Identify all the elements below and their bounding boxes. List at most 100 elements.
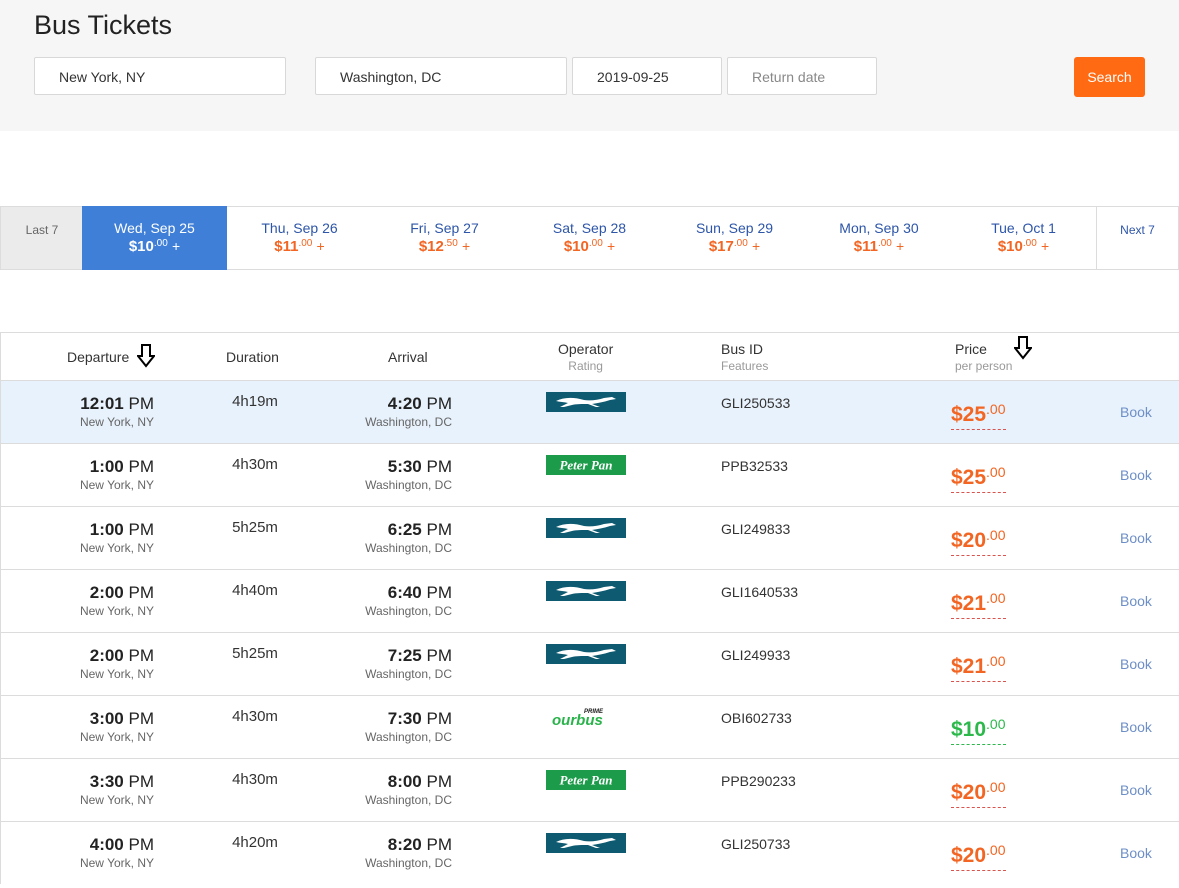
date-option[interactable]: Sun, Sep 29 $17.00 + <box>662 206 808 270</box>
departure-header[interactable]: Departure <box>67 349 129 365</box>
arrival-cell: 7:25 PM Washington, DC <box>331 646 452 681</box>
greyhound-logo <box>546 518 626 538</box>
arrival-city: Washington, DC <box>365 667 452 681</box>
operator-header-label: Operator <box>558 341 614 357</box>
return-date-field[interactable]: Return date <box>727 57 877 95</box>
ourbus-logo-text: ourbus <box>552 712 603 727</box>
ourbus-logo: PRIMEourbus <box>552 709 604 727</box>
book-link[interactable]: Book <box>1120 656 1155 672</box>
date-option[interactable]: Fri, Sep 27 $12.50 + <box>372 206 518 270</box>
departure-cell: 3:00 PM New York, NY <box>41 709 154 744</box>
operator-cell[interactable]: PRIME ourbus <box>546 707 626 730</box>
price-cell[interactable]: $25.00 <box>951 461 1006 493</box>
bus-id: PPB32533 <box>721 458 788 474</box>
next-7-days-button[interactable]: Next 7 <box>1097 206 1179 270</box>
table-row[interactable]: 3:00 PM New York, NY 4h30m 7:30 PM Washingto… <box>0 695 1179 758</box>
departure-cell: 12:01 PM New York, NY <box>41 394 154 429</box>
price-cell[interactable]: $25.00 <box>951 398 1006 430</box>
price-cell[interactable]: $20.00 <box>951 839 1006 871</box>
price-cents: .00 <box>986 527 1006 543</box>
last-7-days-button[interactable]: Last 7 <box>0 206 84 270</box>
arrival-city: Washington, DC <box>365 604 452 618</box>
table-row[interactable]: 2:00 PM New York, NY 5h25m 7:25 PM Washingto… <box>0 632 1179 695</box>
bus-id-cell: OBI602733 <box>721 710 792 726</box>
table-row[interactable]: 4:00 PM New York, NY 4h20m 8:20 PM Washingto… <box>0 821 1179 884</box>
book-link[interactable]: Book <box>1120 404 1155 420</box>
operator-cell[interactable] <box>546 833 626 856</box>
arrival-time: 7:25 PM <box>387 646 452 665</box>
bus-id-header[interactable]: Bus ID Features <box>721 341 768 373</box>
date-option[interactable]: Tue, Oct 1 $10.00 + <box>951 206 1097 270</box>
price-cents: .00 <box>986 653 1006 669</box>
book-link[interactable]: Book <box>1120 782 1155 798</box>
departure-city: New York, NY <box>79 415 154 429</box>
departure-city: New York, NY <box>79 667 154 681</box>
price-cell[interactable]: $20.00 <box>951 524 1006 556</box>
bus-id: GLI1640533 <box>721 584 799 600</box>
arrival-time: 7:30 PM <box>387 709 452 728</box>
date-label: Mon, Sep 30 <box>839 220 919 236</box>
more-prices-plus: + <box>606 238 616 254</box>
table-row[interactable]: 2:00 PM New York, NY 4h40m 6:40 PM Washingto… <box>0 569 1179 632</box>
price-dollars: $11 <box>853 238 878 255</box>
date-selector: Last 7 Wed, Sep 25 $10.00 + Thu, Sep 26 $11… <box>0 206 1179 270</box>
table-row[interactable]: 12:01 PM New York, NY 4h19m 4:20 PM Washingt… <box>0 380 1179 443</box>
peter-pan-logo-text: Peter Pan <box>559 773 612 788</box>
bus-id: GLI250533 <box>721 395 791 411</box>
rating-sublabel: Rating <box>568 359 603 373</box>
book-link[interactable]: Book <box>1120 530 1155 546</box>
depart-date-field[interactable]: 2019-09-25 <box>572 57 722 95</box>
duration-value: 4h40m <box>232 582 278 599</box>
table-row[interactable]: 1:00 PM New York, NY 5h25m 6:25 PM Washingto… <box>0 506 1179 569</box>
price-cell[interactable]: $20.00 <box>951 776 1006 808</box>
duration-value: 4h20m <box>232 834 278 851</box>
search-button[interactable]: Search <box>1074 57 1145 97</box>
bus-id: OBI602733 <box>721 710 792 726</box>
arrival-header[interactable]: Arrival <box>388 349 428 365</box>
book-link[interactable]: Book <box>1120 593 1155 609</box>
price-cents: .00 <box>733 238 748 249</box>
duration-value: 4h30m <box>232 708 278 725</box>
date-option[interactable]: Thu, Sep 26 $11.00 + <box>227 206 373 270</box>
sort-down-arrow-icon[interactable] <box>137 344 155 368</box>
arrival-city: Washington, DC <box>365 856 452 870</box>
price-cell[interactable]: $21.00 <box>951 587 1006 619</box>
date-option[interactable]: Wed, Sep 25 $10.00 + <box>82 206 228 270</box>
price-cell[interactable]: $21.00 <box>951 650 1006 682</box>
operator-cell[interactable] <box>546 644 626 667</box>
origin-field[interactable]: New York, NY <box>34 57 286 95</box>
price-dollars: $25 <box>951 403 987 426</box>
page-title: Bus Tickets <box>34 10 173 40</box>
operator-cell[interactable] <box>546 581 626 604</box>
date-option[interactable]: Sat, Sep 28 $10.00 + <box>517 206 663 270</box>
table-row[interactable]: 1:00 PM New York, NY 4h30m 5:30 PM Washingto… <box>0 443 1179 506</box>
operator-header[interactable]: Operator Rating <box>558 341 613 373</box>
arrival-city: Washington, DC <box>365 793 452 807</box>
price-header[interactable]: Price per person <box>955 341 1012 373</box>
price-cents: .00 <box>588 238 603 249</box>
operator-cell[interactable] <box>546 518 626 541</box>
peter-pan-logo: Peter Pan <box>546 455 626 475</box>
operator-cell[interactable]: Peter Pan <box>546 770 626 793</box>
departure-city: New York, NY <box>79 478 154 492</box>
price-cents: .00 <box>1022 238 1037 249</box>
duration-value: 4h30m <box>232 771 278 788</box>
book-link[interactable]: Book <box>1120 719 1155 735</box>
price-cents: .00 <box>986 590 1006 606</box>
destination-field[interactable]: Washington, DC <box>315 57 567 95</box>
greyhound-logo <box>546 581 626 601</box>
date-option[interactable]: Mon, Sep 30 $11.00 + <box>807 206 952 270</box>
book-label: Book <box>1120 845 1152 861</box>
operator-cell[interactable] <box>546 392 626 415</box>
arrival-time: 8:20 PM <box>387 835 452 854</box>
price-cell[interactable]: $10.00 <box>951 713 1006 745</box>
table-row[interactable]: 3:30 PM New York, NY 4h30m 8:00 PM Washingto… <box>0 758 1179 821</box>
duration-header[interactable]: Duration <box>226 349 279 365</box>
sort-down-arrow-icon[interactable] <box>1014 336 1032 360</box>
operator-cell[interactable]: Peter Pan <box>546 455 626 478</box>
arrival-time: 5:30 PM <box>387 457 452 476</box>
bus-id-cell: GLI250733 <box>721 836 790 852</box>
book-link[interactable]: Book <box>1120 467 1155 483</box>
book-link[interactable]: Book <box>1120 845 1155 861</box>
date-label: Fri, Sep 27 <box>410 220 479 236</box>
